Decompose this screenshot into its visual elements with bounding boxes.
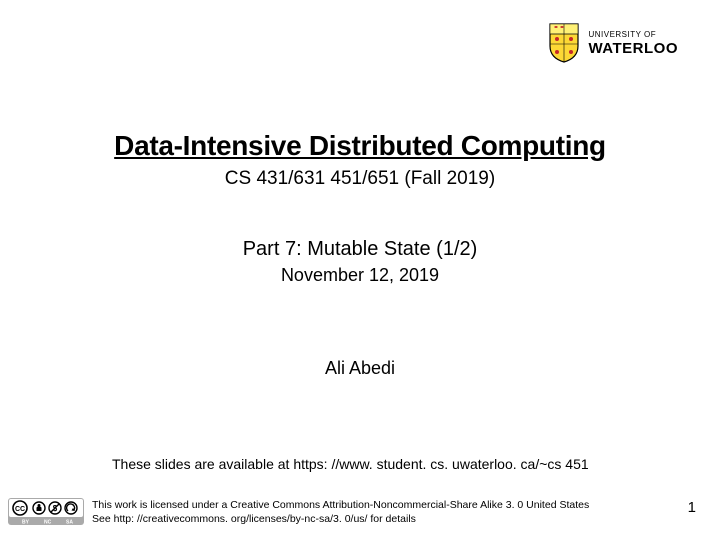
logo-name-label: WATERLOO	[588, 41, 678, 56]
logo-university-label: UNIVERSITY OF	[588, 31, 678, 39]
logo-text: UNIVERSITY OF WATERLOO	[588, 31, 678, 56]
license-block: CC $ BY NC SA This work is licensed unde…	[8, 498, 589, 526]
license-line-2: See http: //creativecommons. org/license…	[92, 512, 589, 526]
availability-note: These slides are available at https: //w…	[112, 456, 589, 472]
license-line-1: This work is licensed under a Creative C…	[92, 498, 589, 512]
page-number: 1	[688, 499, 696, 516]
svg-text:BY: BY	[22, 520, 30, 526]
part-title: Part 7: Mutable State (1/2)	[0, 238, 720, 261]
course-code: CS 431/631 451/651 (Fall 2019)	[0, 168, 720, 190]
part-block: Part 7: Mutable State (1/2) November 12,…	[0, 238, 720, 286]
author-name: Ali Abedi	[0, 358, 720, 379]
license-text: This work is licensed under a Creative C…	[92, 498, 589, 526]
main-title: Data-Intensive Distributed Computing	[0, 130, 720, 162]
svg-text:NC: NC	[44, 520, 52, 526]
part-date: November 12, 2019	[0, 265, 720, 286]
shield-icon	[546, 22, 582, 64]
svg-text:CC: CC	[15, 506, 25, 513]
cc-by-nc-sa-icon: CC $ BY NC SA	[8, 498, 84, 525]
svg-text:SA: SA	[66, 520, 73, 526]
title-block: Data-Intensive Distributed Computing CS …	[0, 130, 720, 190]
university-logo: UNIVERSITY OF WATERLOO	[546, 22, 678, 64]
